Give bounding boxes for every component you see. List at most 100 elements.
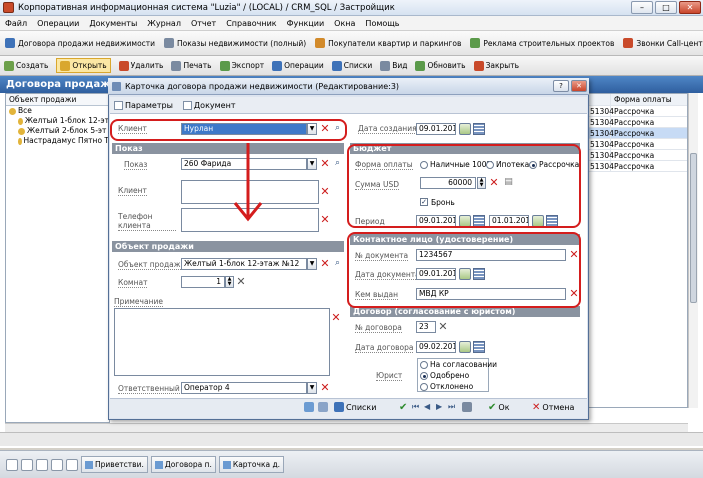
tree-item[interactable]: Желтый 2-блок 5-эт	[6, 126, 109, 136]
menu-item[interactable]: Окна	[334, 19, 355, 28]
taskbar-item[interactable]: Карточка д.	[218, 456, 285, 473]
client2-clear-icon[interactable]: ✕	[320, 186, 330, 198]
contract-num-clear-icon[interactable]: ✕	[438, 321, 448, 333]
grid-picker-icon[interactable]	[473, 123, 485, 135]
vertical-scrollbar[interactable]	[688, 93, 698, 408]
period-to-field[interactable]: 01.01.2015	[489, 215, 529, 227]
lawyer-approved-radio[interactable]	[420, 372, 428, 380]
menu-item[interactable]: Документы	[89, 19, 137, 28]
bookmark-button[interactable]: Звонки Call-центра	[623, 38, 703, 48]
toolbar-button[interactable]: Печать	[171, 60, 212, 71]
quick-launch-icon[interactable]	[66, 458, 78, 471]
quick-launch-icon[interactable]	[51, 458, 63, 471]
toolbar-button[interactable]: Операции	[272, 60, 324, 71]
client-field[interactable]: Нурлан	[181, 123, 307, 135]
table-row[interactable]: 51304 Рассрочка	[589, 128, 687, 139]
help-button[interactable]: ?	[553, 80, 569, 92]
client-search-icon[interactable]: ⌕	[332, 123, 343, 135]
menu-item[interactable]: Файл	[5, 19, 27, 28]
reserve-checkbox[interactable]: ✓	[420, 198, 428, 206]
client-dropdown-button[interactable]: ▼	[307, 123, 317, 135]
calculator-icon[interactable]: ▤	[503, 177, 514, 189]
period-from-field[interactable]: 09.01.2015	[416, 215, 456, 227]
close-button[interactable]: ✕	[679, 1, 701, 14]
maximize-button[interactable]: □	[655, 1, 677, 14]
footer-doc-icon[interactable]	[304, 402, 314, 412]
toolbar-button[interactable]: Обновить	[415, 60, 466, 71]
quick-launch-icon[interactable]	[21, 458, 33, 471]
pay-mortgage-radio[interactable]	[486, 161, 494, 169]
next-record-icon[interactable]: ▶	[436, 402, 442, 411]
grid-header-cell[interactable]: Форма оплаты	[611, 94, 687, 105]
show-dropdown-button[interactable]: ▼	[307, 158, 317, 170]
check-icon[interactable]: ✔	[399, 402, 407, 413]
object-dropdown-button[interactable]: ▼	[307, 258, 317, 270]
cancel-button[interactable]: ✕ Отмена	[532, 402, 574, 413]
phone-clear-icon[interactable]: ✕	[320, 214, 330, 226]
responsible-dropdown-button[interactable]: ▼	[307, 382, 317, 394]
footer-search-icon[interactable]	[318, 402, 328, 412]
note-field[interactable]	[114, 308, 330, 376]
calendar-icon[interactable]	[459, 215, 471, 227]
sum-field[interactable]: 60000	[420, 177, 476, 189]
responsible-clear-icon[interactable]: ✕	[320, 382, 330, 394]
tree-item[interactable]: Все	[6, 106, 109, 116]
menu-item[interactable]: Журнал	[147, 19, 181, 28]
docnum-clear-icon[interactable]: ✕	[569, 249, 579, 261]
docdate-field[interactable]: 09.01.2015	[416, 268, 456, 280]
toolbar-button[interactable]: Удалить	[118, 60, 163, 71]
menu-item[interactable]: Операции	[37, 19, 79, 28]
show-search-icon[interactable]: ⌕	[332, 158, 343, 170]
first-record-icon[interactable]: ⏮	[412, 402, 419, 412]
dialog-close-button[interactable]: ✕	[571, 80, 587, 92]
contract-date-field[interactable]: 09.02.2015	[416, 341, 456, 353]
rooms-clear-icon[interactable]: ✕	[236, 276, 246, 288]
table-row[interactable]: 51304 Рассрочка	[589, 106, 687, 117]
toolbar-button[interactable]: Вид	[380, 60, 407, 71]
quick-launch-icon[interactable]	[6, 458, 18, 471]
grid-picker-icon[interactable]	[473, 268, 485, 280]
grid-header-cell[interactable]	[589, 94, 611, 105]
minimize-button[interactable]: –	[631, 1, 653, 14]
object-search-icon[interactable]: ⌕	[332, 258, 343, 270]
grid-picker-icon[interactable]	[473, 341, 485, 353]
calendar-icon[interactable]	[459, 341, 471, 353]
menu-item[interactable]: Функции	[287, 19, 325, 28]
date-created-field[interactable]: 09.01.2015	[416, 123, 456, 135]
responsible-field[interactable]: Оператор 4	[181, 382, 307, 394]
toolbar-button[interactable]: Экспорт	[219, 60, 264, 71]
grid-picker-icon[interactable]	[473, 215, 485, 227]
toolbar-button[interactable]: Создать	[4, 60, 48, 71]
pay-cash-radio[interactable]	[420, 161, 428, 169]
rooms-spinner[interactable]: ▲ ▼	[225, 276, 234, 288]
calendar-icon[interactable]	[459, 123, 471, 135]
tab-parameters[interactable]: Параметры	[114, 100, 173, 110]
contract-num-field[interactable]: 23	[416, 321, 436, 333]
lawyer-rejected-radio[interactable]	[420, 383, 428, 391]
table-row[interactable]: 51304 Рассрочка	[589, 139, 687, 150]
sum-spinner[interactable]: ▲ ▼	[477, 177, 486, 189]
sum-clear-icon[interactable]: ✕	[489, 177, 499, 189]
taskbar-item[interactable]: Приветстви.	[81, 456, 148, 473]
toolbar-button[interactable]: Закрыть	[473, 60, 519, 71]
ok-button[interactable]: ✔ Ок	[488, 402, 510, 413]
grid-picker-icon[interactable]	[546, 215, 558, 227]
pay-installment-radio[interactable]	[529, 161, 537, 169]
object-field[interactable]: Желтый 1-блок 12-этаж №12	[181, 258, 307, 270]
tree-item[interactable]: Желтый 1-блок 12-эт	[6, 116, 109, 126]
table-row[interactable]: 51304 Рассрочка	[589, 150, 687, 161]
bookmark-button[interactable]: Покупатели квартир и паркингов	[315, 38, 461, 48]
menu-item[interactable]: Помощь	[365, 19, 399, 28]
bookmark-button[interactable]: Договора продажи недвижимости	[5, 38, 155, 48]
show-clear-icon[interactable]: ✕	[320, 158, 330, 170]
bookmark-button[interactable]: Показы недвижимости (полный)	[164, 38, 306, 48]
toolbar-button[interactable]: Списки	[331, 60, 372, 71]
last-record-icon[interactable]: ⏭	[448, 402, 455, 412]
calendar-icon[interactable]	[532, 215, 544, 227]
issuer-clear-icon[interactable]: ✕	[569, 288, 579, 300]
calendar-icon[interactable]	[459, 268, 471, 280]
toolbar-button[interactable]: Открыть	[56, 58, 111, 73]
horizontal-scrollbar[interactable]	[5, 423, 688, 432]
lists-button[interactable]: Списки	[334, 402, 376, 412]
tree-item[interactable]: Настрадамус Пятно Т	[6, 136, 109, 146]
